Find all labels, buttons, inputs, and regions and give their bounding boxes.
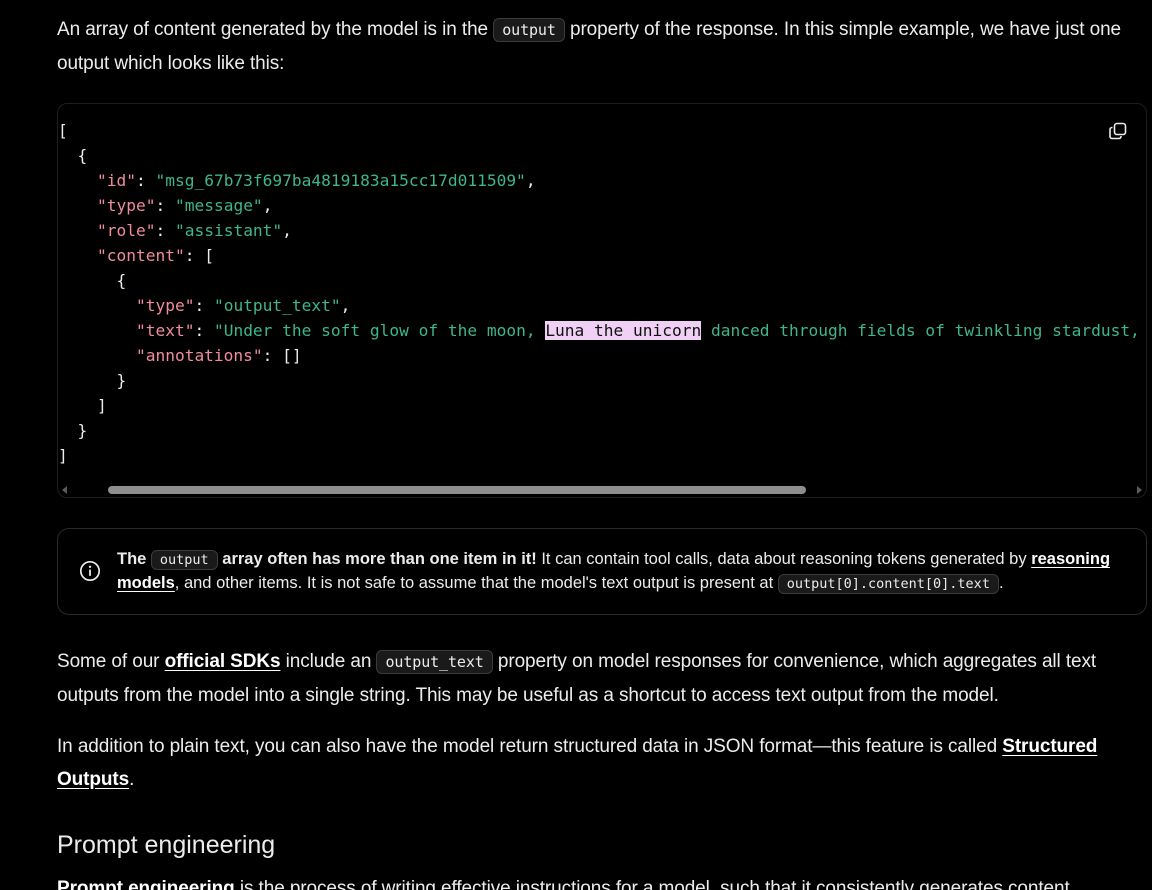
callout-text-1: It can contain tool calls, data about re…: [536, 550, 1032, 568]
code-line: "type": "output_text",: [58, 293, 1146, 318]
inline-code-output-path: output[0].content[0].text: [777, 574, 999, 594]
code-token: :: [194, 321, 214, 340]
intro-text: An array of content generated by the mod…: [57, 19, 494, 40]
scroll-left-arrow-icon[interactable]: [62, 486, 67, 494]
code-line: "text": "Under the soft glow of the moon…: [58, 318, 1147, 343]
code-line: ]: [58, 443, 1146, 468]
code-token: ,: [262, 196, 273, 215]
sdk-paragraph: Some of our official SDKs include an out…: [57, 645, 1137, 712]
code-token: ,: [340, 296, 351, 315]
intro-paragraph: An array of content generated by the mod…: [57, 13, 1137, 80]
code-token: "assistant": [174, 221, 283, 240]
code-content[interactable]: [ { "id": "msg_67b73f697ba4819183a15cc17…: [58, 118, 1147, 468]
official-sdks-link[interactable]: official SDKs: [165, 651, 281, 672]
highlighted-text: Luna the unicorn: [545, 321, 702, 340]
code-token: "type": [58, 296, 195, 315]
inline-code-output: output: [150, 550, 218, 570]
code-token: "role": [58, 221, 156, 240]
code-token: ,: [282, 221, 292, 240]
code-token: :: [155, 196, 175, 215]
prompt-engineering-paragraph: Prompt engineering is the process of wri…: [57, 872, 1152, 890]
code-line: "type": "message",: [58, 193, 1146, 218]
structured-text-1: In addition to plain text, you can also …: [57, 736, 1003, 757]
copy-icon: [1109, 122, 1127, 140]
code-token: "id": [58, 171, 136, 190]
code-token: "msg_67b73f697ba4819183a15cc17d011509": [155, 171, 526, 190]
code-line: "role": "assistant",: [58, 218, 1146, 243]
code-line: "annotations": []: [58, 343, 1146, 368]
code-token: ,: [525, 171, 536, 190]
code-line: [: [58, 118, 1146, 143]
code-token: :: [155, 221, 175, 240]
prompt-engineering-link[interactable]: Prompt engineering: [57, 878, 235, 890]
sdk-text-2: include an: [280, 651, 377, 672]
code-line: {: [58, 143, 1146, 168]
code-token: "type": [58, 196, 156, 215]
callout-text-3: .: [998, 574, 1004, 592]
code-block: [ { "id": "msg_67b73f697ba4819183a15cc17…: [57, 103, 1147, 498]
code-token: [: [58, 121, 68, 140]
section-heading: Prompt engineering: [57, 831, 276, 859]
code-token: :: [135, 171, 156, 190]
code-line: ]: [58, 393, 1146, 418]
code-line: "id": "msg_67b73f697ba4819183a15cc17d011…: [58, 168, 1146, 193]
code-token: ]: [58, 396, 107, 415]
code-token: {: [58, 146, 88, 165]
code-token: "output_text": [213, 296, 341, 315]
code-token: "annotations": [58, 346, 263, 365]
inline-code-output: output: [493, 18, 565, 42]
code-token: "message": [174, 196, 263, 215]
info-callout: The output array often has more than one…: [57, 528, 1147, 615]
code-token: danced through fields of twinkling stard…: [701, 321, 1147, 340]
callout-bold-after: array often has more than one item in it…: [217, 550, 537, 568]
callout-text: The output array often has more than one…: [117, 548, 1132, 596]
callout-bold: The: [117, 550, 151, 568]
code-token: }: [58, 421, 88, 440]
scroll-right-arrow-icon[interactable]: [1137, 486, 1142, 494]
sdk-text-1: Some of our: [57, 651, 165, 672]
code-token: ]: [58, 446, 68, 465]
code-line: }: [58, 368, 1146, 393]
prompt-engineering-text: is the process of writing effective inst…: [234, 878, 1070, 890]
code-token: "text": [58, 321, 195, 340]
inline-code-output-text: output_text: [376, 650, 493, 674]
code-token: "content": [58, 246, 185, 265]
code-token: }: [58, 371, 127, 390]
info-icon: [79, 560, 101, 582]
code-line: "content": [: [58, 243, 1146, 268]
code-token: {: [58, 271, 127, 290]
horizontal-scrollbar[interactable]: [58, 483, 1146, 497]
code-token: :: [194, 296, 214, 315]
copy-button[interactable]: [1108, 121, 1128, 141]
code-line: }: [58, 418, 1146, 443]
structured-text-2: .: [129, 769, 135, 790]
code-line: {: [58, 268, 1146, 293]
code-token: : [: [184, 246, 214, 265]
code-token: "Under the soft glow of the moon,: [213, 321, 546, 340]
callout-text-2: , and other items. It is not safe to ass…: [174, 574, 778, 592]
structured-outputs-paragraph: In addition to plain text, you can also …: [57, 730, 1137, 796]
code-token: : []: [262, 346, 302, 365]
scrollbar-thumb[interactable]: [108, 486, 806, 494]
